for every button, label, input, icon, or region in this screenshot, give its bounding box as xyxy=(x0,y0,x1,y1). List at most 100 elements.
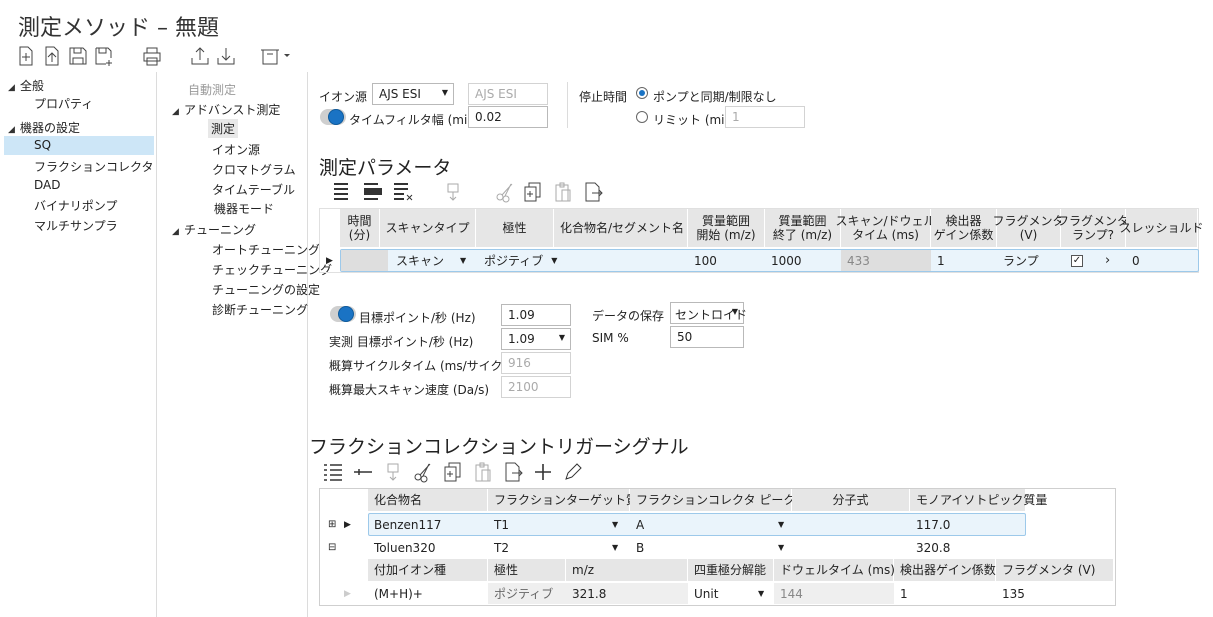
stop-limit-radio[interactable] xyxy=(636,111,648,123)
subnav-check-tuning[interactable]: チェックチューニング xyxy=(212,261,332,278)
paste-icon[interactable] xyxy=(472,461,494,483)
subnav-ion-source[interactable]: イオン源 xyxy=(212,141,260,158)
nav-item-multisampler[interactable]: マルチサンプラ xyxy=(34,217,118,234)
import-icon[interactable] xyxy=(214,44,238,68)
cut-icon[interactable] xyxy=(494,181,516,203)
trigger-col-formula[interactable]: 分子式 xyxy=(792,489,910,511)
trigger-col-peak[interactable]: フラクションコレクタ ピークトリガー xyxy=(630,489,843,511)
trigger-cell-peak[interactable]: B ▼ xyxy=(630,537,792,558)
save-as-icon[interactable] xyxy=(92,44,116,68)
nav-group-instrument[interactable]: ◢ 機器の設定 xyxy=(8,119,80,136)
export-table-icon[interactable] xyxy=(582,181,604,203)
print-icon[interactable] xyxy=(140,44,164,68)
sub-cell-resolution[interactable]: Unit ▼ xyxy=(688,583,774,604)
sub-col-dwell[interactable]: ドウェルタイム (ms) xyxy=(774,559,895,581)
trigger-cell-formula[interactable] xyxy=(792,514,910,535)
sub-cell-adduct[interactable]: (M+H)+ xyxy=(368,583,488,604)
layout-menu-icon[interactable] xyxy=(258,44,294,68)
params-col-mass-end[interactable]: 質量範囲 終了 (m/z) xyxy=(765,209,841,247)
cut-icon[interactable] xyxy=(412,461,434,483)
nav-item-binary-pump[interactable]: バイナリポンプ xyxy=(34,197,117,214)
trigger-cell-name[interactable]: Benzen117 xyxy=(368,514,488,535)
delete-row-icon[interactable] xyxy=(392,181,414,203)
trigger-col-target[interactable]: フラクションターゲット質量列 xyxy=(488,489,662,511)
target-points-input[interactable]: 1.09 xyxy=(501,304,571,326)
params-cell-mass-end[interactable]: 1000 xyxy=(765,250,841,271)
fill-down-icon[interactable] xyxy=(442,181,464,203)
params-col-threshold[interactable]: スレッショルド xyxy=(1120,209,1204,247)
trigger-cell-formula[interactable] xyxy=(792,537,910,558)
nav-group-general[interactable]: ◢ 全般 xyxy=(8,77,44,94)
sub-col-polarity[interactable]: 極性 xyxy=(488,559,566,581)
trigger-cell-mass[interactable]: 320.8 xyxy=(910,537,1026,558)
params-cell-threshold[interactable]: 0 xyxy=(1126,250,1198,271)
save-icon[interactable] xyxy=(66,44,90,68)
sim-input[interactable]: 50 xyxy=(670,326,744,348)
copy-icon[interactable] xyxy=(522,181,544,203)
params-cell-compound[interactable] xyxy=(554,250,688,271)
time-filter-toggle[interactable] xyxy=(320,109,346,125)
edit-icon[interactable] xyxy=(562,461,584,483)
nav-item-dad[interactable]: DAD xyxy=(34,178,60,192)
params-col-polarity[interactable]: 極性 xyxy=(476,209,554,247)
export-icon[interactable] xyxy=(188,44,212,68)
params-cell-gain[interactable]: 1 xyxy=(931,250,997,271)
sub-col-gain[interactable]: 検出器ゲイン係数 xyxy=(894,559,996,581)
new-icon[interactable] xyxy=(14,44,38,68)
params-cell-fragmentor[interactable]: ランプ xyxy=(997,250,1061,271)
nav-item-fraction-collector[interactable]: フラクションコレクタ xyxy=(34,158,154,175)
copy-icon[interactable] xyxy=(442,461,464,483)
expand-icon[interactable]: ⊞ xyxy=(322,514,336,535)
time-filter-input[interactable]: 0.02 xyxy=(468,106,548,128)
target-points-toggle[interactable] xyxy=(330,306,356,322)
stop-sync-radio[interactable] xyxy=(636,87,648,99)
sub-cell-gain[interactable]: 1 xyxy=(894,583,996,604)
ramp-checkbox[interactable]: ✓ xyxy=(1071,254,1083,267)
subnav-diagnostic-tuning[interactable]: 診断チューニング xyxy=(212,301,308,318)
sub-cell-fragmentor[interactable]: 135 xyxy=(996,583,1114,604)
stop-limit-input[interactable]: 1 xyxy=(725,106,805,128)
trigger-cell-name[interactable]: Toluen320 xyxy=(368,537,488,558)
trigger-cell-target[interactable]: T1 ▼ xyxy=(488,514,630,535)
add-icon[interactable] xyxy=(532,461,554,483)
subnav-timetable[interactable]: タイムテーブル xyxy=(212,181,295,198)
subnav-auto-tuning[interactable]: オートチューニング xyxy=(212,241,320,258)
subnav-tuning[interactable]: ◢ チューニング xyxy=(172,221,256,238)
params-col-time[interactable]: 時間 (分) xyxy=(340,209,380,247)
trigger-col-name[interactable]: 化合物名 xyxy=(368,489,488,511)
params-cell-mass-start[interactable]: 100 xyxy=(688,250,765,271)
nav-item-properties[interactable]: プロパティ xyxy=(34,95,93,112)
params-cell-time[interactable] xyxy=(341,250,388,271)
params-col-mass-start[interactable]: 質量範囲 開始 (m/z) xyxy=(688,209,765,247)
open-icon[interactable] xyxy=(40,44,64,68)
subnav-instrument-mode[interactable]: 機器モード xyxy=(214,200,274,217)
insert-row-below-icon[interactable] xyxy=(362,181,384,203)
trigger-cell-mass[interactable]: 117.0 xyxy=(910,514,1026,535)
params-col-dwell[interactable]: スキャン/ドウェル タイム (ms) xyxy=(835,209,936,247)
params-cell-scan-type[interactable]: スキャン ▼ xyxy=(390,250,476,271)
sub-col-fragmentor[interactable]: フラグメンタ (V) xyxy=(996,559,1114,581)
fill-down-icon[interactable] xyxy=(382,461,404,483)
sub-col-mz[interactable]: m/z xyxy=(566,559,688,581)
subnav-auto[interactable]: 自動測定 xyxy=(188,81,236,98)
trigger-cell-target[interactable]: T2 ▼ xyxy=(488,537,630,558)
actual-points-select[interactable]: 1.09 ▼ xyxy=(501,328,571,350)
collapse-icon[interactable]: ⊟ xyxy=(322,537,336,558)
subnav-tuning-settings[interactable]: チューニングの設定 xyxy=(212,281,320,298)
collapse-row-icon[interactable] xyxy=(352,461,374,483)
paste-icon[interactable] xyxy=(552,181,574,203)
params-col-scan-type[interactable]: スキャンタイプ xyxy=(380,209,476,247)
params-col-ramp[interactable]: フラグメンタ ランプ? xyxy=(1057,209,1129,247)
data-storage-select[interactable]: セントロイド ▼ xyxy=(670,302,747,324)
trigger-col-mass[interactable]: モノアイソトピック質量 xyxy=(910,489,1047,511)
params-col-compound[interactable]: 化合物名/セグメント名 xyxy=(554,209,688,247)
export-table-icon[interactable] xyxy=(502,461,524,483)
params-col-fragmentor[interactable]: フラグメンタ (V) xyxy=(993,209,1065,247)
params-col-gain[interactable]: 検出器 ゲイン係数 xyxy=(931,209,997,247)
subnav-measure[interactable]: 測定 xyxy=(208,119,239,138)
insert-row-above-icon[interactable] xyxy=(332,181,354,203)
params-cell-polarity[interactable]: ポジティブ ▼ xyxy=(478,250,557,271)
sub-col-adduct[interactable]: 付加イオン種 xyxy=(368,559,488,581)
ion-source-select[interactable]: AJS ESI ▼ xyxy=(372,83,454,105)
subnav-chromatogram[interactable]: クロマトグラム xyxy=(212,161,296,178)
